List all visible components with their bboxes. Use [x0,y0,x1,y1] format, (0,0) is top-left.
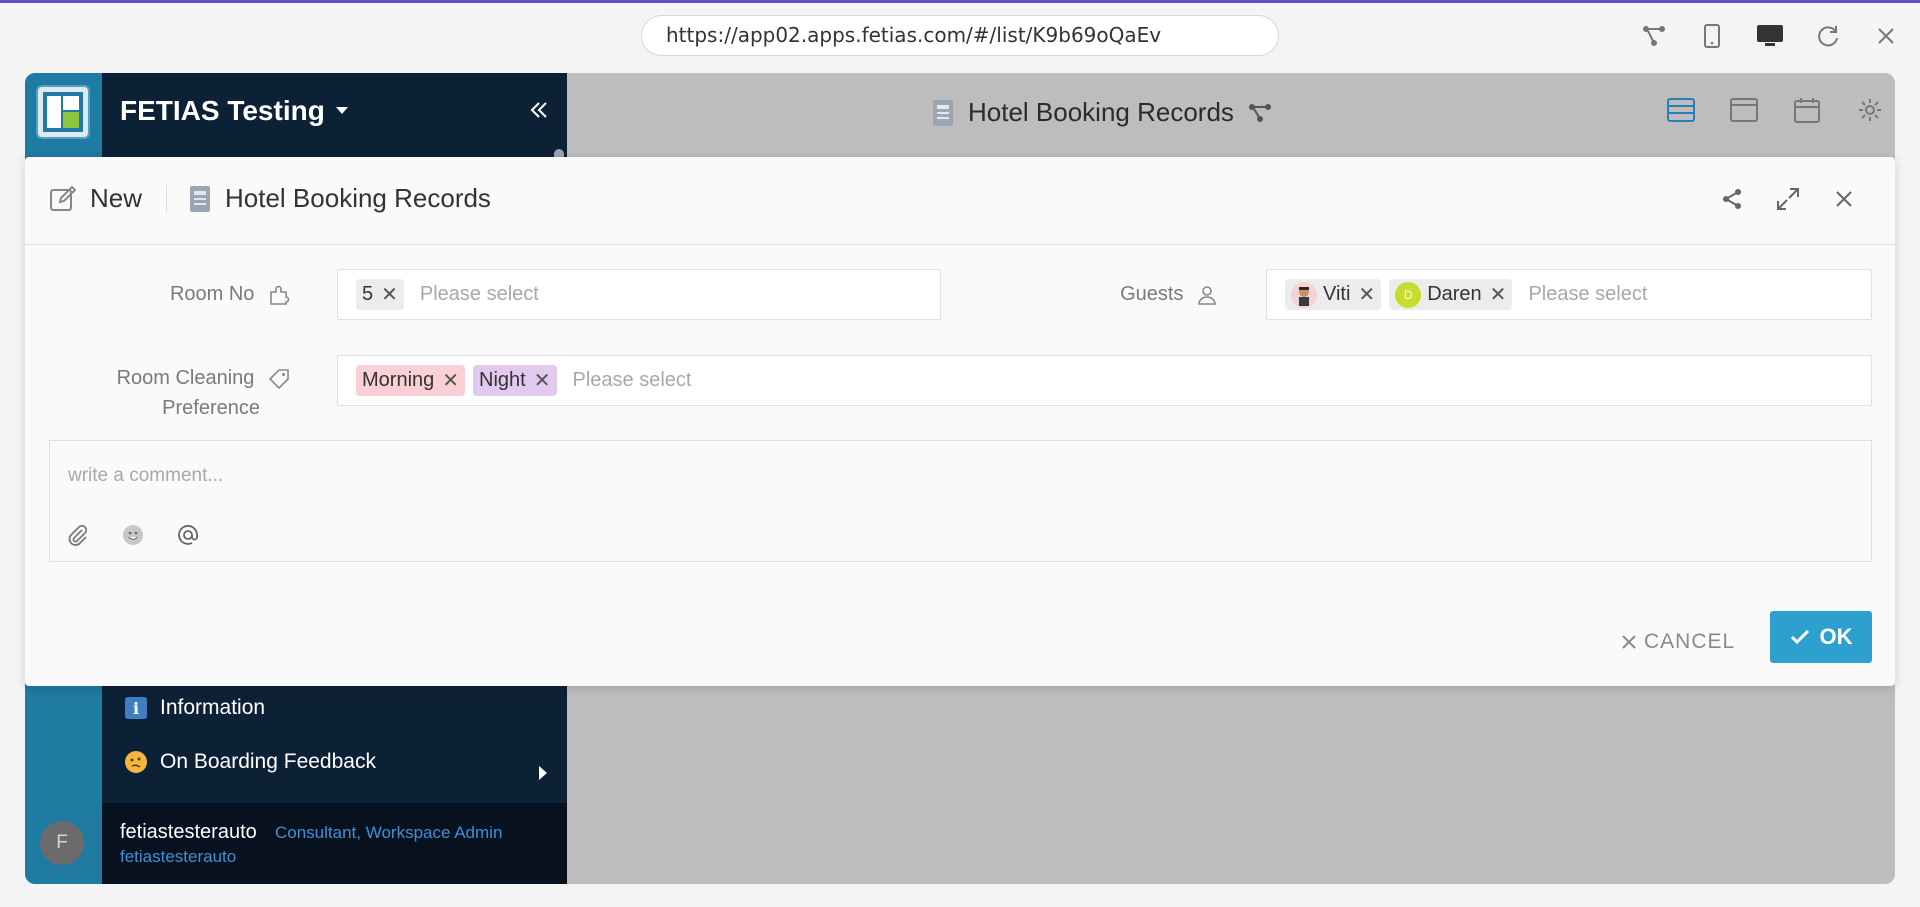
cleaning-label: Room Cleaning Preference [117,363,290,423]
page-title-text: Hotel Booking Records [968,97,1234,127]
user-outline-icon [1198,285,1216,305]
workspace-logo[interactable] [36,85,90,139]
workspace-switcher[interactable]: FETIAS Testing [120,95,349,127]
modal-title-text: Hotel Booking Records [225,183,491,213]
close-icon[interactable] [1872,22,1900,50]
cancel-button[interactable]: CANCEL [1622,622,1735,662]
guests-label-text: Guests [1120,283,1184,305]
form-doc-icon [190,185,211,212]
guest-initial-avatar: D [1395,281,1422,308]
gear-icon[interactable] [1855,95,1885,125]
refresh-icon[interactable] [1814,22,1842,50]
share-tree-icon[interactable] [1640,22,1668,50]
sidebar-item-onboarding-feedback[interactable]: On Boarding Feedback [124,750,376,774]
comment-box[interactable]: write a comment... [49,440,1872,562]
page-title: Hotel Booking Records [932,97,1272,128]
modal-mode: New [50,183,142,214]
user-name[interactable]: fetiastesterauto [120,821,257,844]
mobile-icon[interactable] [1698,22,1726,50]
thinking-face-icon [124,750,148,774]
room-no-chip: 5 ✕ [356,279,404,310]
workspace-name: FETIAS Testing [120,95,325,126]
close-icon [1622,635,1636,649]
desktop-icon[interactable] [1756,22,1784,50]
check-icon [1790,629,1809,645]
user-handle: fetiastesterauto [120,847,237,866]
close-icon[interactable] [1831,186,1857,212]
form-view-icon[interactable] [1729,95,1759,125]
caret-right-icon[interactable] [538,765,548,786]
guests-select[interactable]: Viti ✕ D Daren ✕ Please select [1266,269,1872,320]
room-no-label: Room No [170,279,290,309]
info-icon: i [124,696,148,720]
puzzle-icon [270,285,290,305]
cleaning-chip-night: Night ✕ [473,365,557,396]
room-no-select[interactable]: 5 ✕ Please select [337,269,941,320]
comment-toolbar [66,523,200,547]
calendar-view-icon[interactable] [1792,95,1822,125]
header-divider [166,184,168,213]
modal-header: New Hotel Booking Records [25,157,1895,245]
cleaning-select[interactable]: Morning ✕ Night ✕ Please select [337,355,1872,406]
guest-chip: D Daren ✕ [1389,279,1513,310]
chip-label: Daren [1427,283,1482,305]
sidebar-item-label: Information [160,696,266,719]
form-doc-icon [933,99,953,126]
caret-down-icon [335,107,348,114]
list-view-icon[interactable] [1666,95,1696,125]
view-switcher [1666,95,1885,125]
cancel-label: CANCEL [1644,630,1736,653]
emoji-icon[interactable] [121,523,145,547]
guest-chip: Viti ✕ [1285,279,1382,310]
guest-photo-avatar [1291,281,1317,308]
svg-text:i: i [133,699,139,718]
remove-chip-icon[interactable]: ✕ [381,282,398,307]
cleaning-placeholder: Please select [572,369,692,391]
cleaning-chip-morning: Morning ✕ [356,365,466,396]
remove-chip-icon[interactable]: ✕ [442,368,459,393]
top-accent-line [0,0,1920,3]
guests-placeholder: Please select [1528,283,1648,305]
ok-label: OK [1819,624,1853,649]
chip-label: 5 [362,283,374,305]
edit-icon [50,185,76,211]
user-avatar[interactable]: F [40,821,84,865]
sidebar-item-label: On Boarding Feedback [160,750,376,773]
remove-chip-icon[interactable]: ✕ [1490,282,1507,307]
modal-mode-label: New [90,183,143,213]
cleaning-label-line2: Preference [162,397,260,419]
attachment-icon[interactable] [66,523,90,547]
guests-label: Guests [1120,279,1219,309]
tag-icon [268,368,289,389]
chip-label: Morning [362,369,435,391]
collapse-sidebar-button[interactable] [530,95,548,126]
modal-title: Hotel Booking Records [189,183,491,214]
record-modal: New Hotel Booking Records Room No 5 ✕ Pl… [25,157,1895,686]
user-roles: Consultant, Workspace Admin [275,823,503,842]
url-bar[interactable]: https://app02.apps.fetias.com/#/list/K9b… [641,15,1279,56]
main-header: Hotel Booking Records [567,73,1895,157]
cleaning-label-line1: Room Cleaning [116,367,255,389]
room-no-label-text: Room No [169,283,255,305]
chip-label: Viti [1323,283,1351,305]
sidebar-item-information[interactable]: i Information [124,696,265,720]
ok-button[interactable]: OK [1770,611,1872,663]
workflow-icon[interactable] [1248,103,1272,123]
share-icon[interactable] [1719,186,1745,212]
double-chevron-left-icon [530,102,547,118]
browser-toolbar [1640,22,1900,50]
mention-icon[interactable] [176,523,200,547]
room-no-placeholder: Please select [419,283,539,305]
remove-chip-icon[interactable]: ✕ [1358,282,1375,307]
remove-chip-icon[interactable]: ✕ [534,368,551,393]
expand-icon[interactable] [1775,186,1801,212]
comment-placeholder: write a comment... [68,465,224,486]
chip-label: Night [479,369,526,391]
